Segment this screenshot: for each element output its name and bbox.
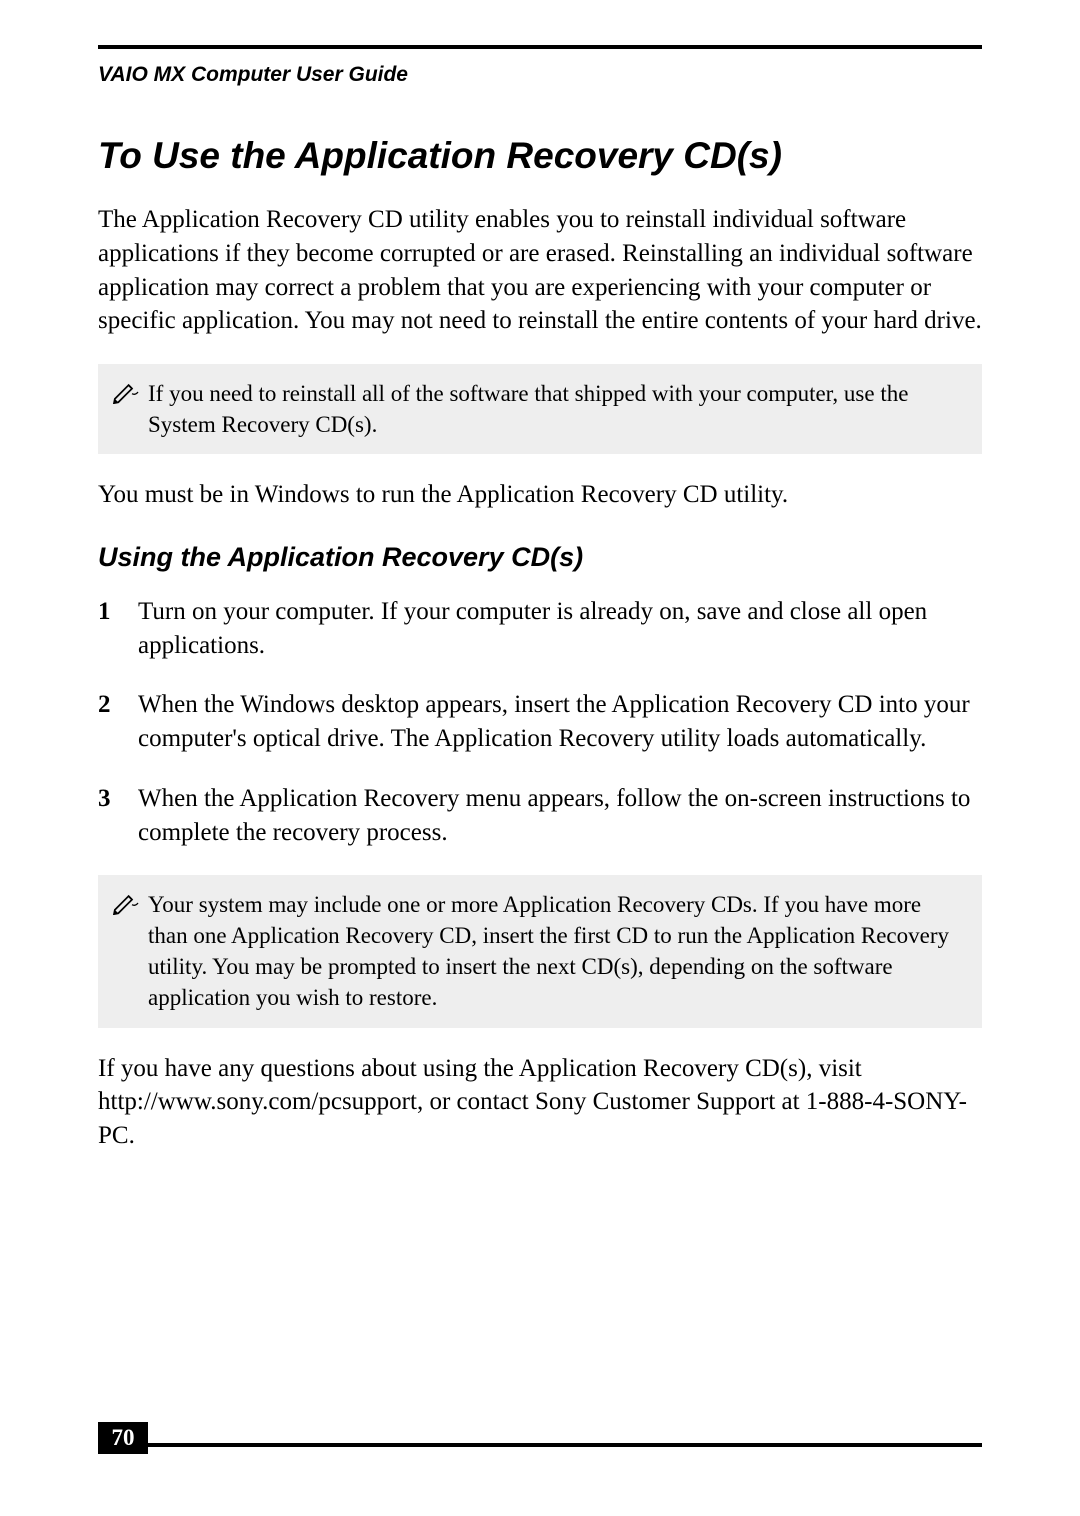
page-title: To Use the Application Recovery CD(s): [98, 135, 982, 177]
step-number: 1: [98, 595, 138, 663]
page-number: 70: [98, 1422, 148, 1454]
step-number: 2: [98, 688, 138, 756]
step-body: When the Application Recovery menu appea…: [138, 782, 982, 850]
top-rule: [98, 45, 982, 49]
closing-paragraph: If you have any questions about using th…: [98, 1052, 982, 1153]
step-item: 2 When the Windows desktop appears, inse…: [98, 688, 982, 756]
note-box-2: Your system may include one or more Appl…: [98, 875, 982, 1027]
footer-line: 70: [98, 1422, 982, 1454]
step-body: When the Windows desktop appears, insert…: [138, 688, 982, 756]
step-body: Turn on your computer. If your computer …: [138, 595, 982, 663]
step-item: 1 Turn on your computer. If your compute…: [98, 595, 982, 663]
note-text-2: Your system may include one or more Appl…: [146, 889, 964, 1013]
paragraph-2: You must be in Windows to run the Applic…: [98, 478, 982, 512]
page: VAIO MX Computer User Guide To Use the A…: [0, 0, 1080, 1516]
pencil-note-icon: [112, 891, 140, 915]
note-box-1: If you need to reinstall all of the soft…: [98, 364, 982, 454]
step-item: 3 When the Application Recovery menu app…: [98, 782, 982, 850]
note-text-1: If you need to reinstall all of the soft…: [146, 378, 964, 440]
steps-list: 1 Turn on your computer. If your compute…: [98, 595, 982, 850]
step-number: 3: [98, 782, 138, 850]
subheading: Using the Application Recovery CD(s): [98, 542, 982, 573]
running-header: VAIO MX Computer User Guide: [98, 63, 982, 87]
footer-rule: [148, 1443, 982, 1447]
pencil-note-icon: [112, 380, 140, 404]
intro-paragraph: The Application Recovery CD utility enab…: [98, 203, 982, 338]
page-footer: 70: [98, 1422, 982, 1454]
